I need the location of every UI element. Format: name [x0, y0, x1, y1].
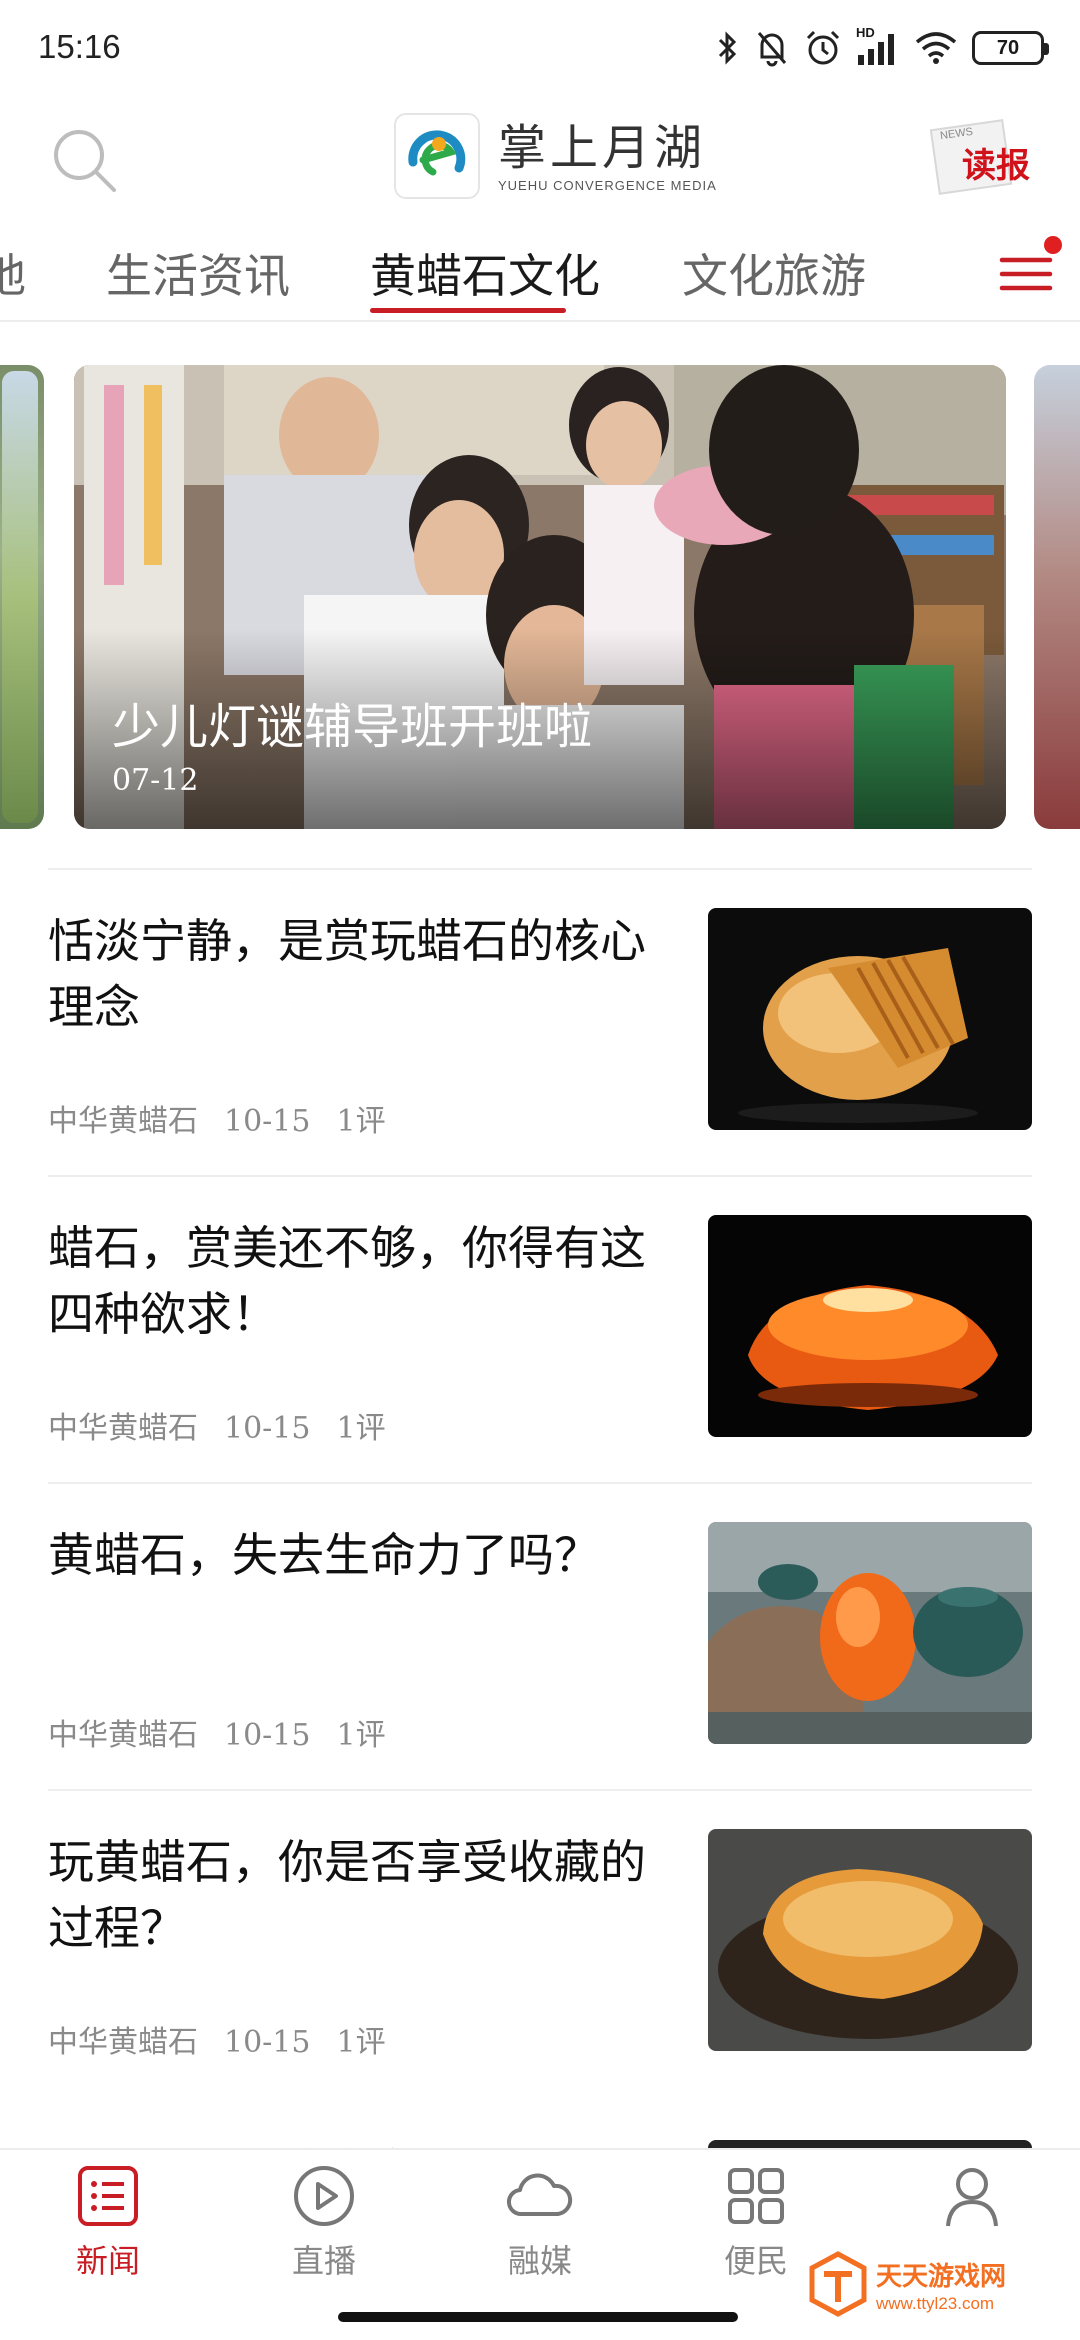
nav-news[interactable]: 新闻: [28, 2164, 188, 2294]
news-date: 10-15: [224, 1104, 311, 1139]
news-meta: 中华黄蜡石 10-15 1评: [48, 1710, 412, 1754]
active-tab-indicator: [370, 308, 566, 313]
news-meta: 中华黄蜡石 10-15 1评: [48, 1096, 412, 1140]
news-title: 蜡石，赏美还不够，你得有这四种欲求！: [48, 1221, 646, 1341]
tab-partial[interactable]: 地: [0, 240, 26, 306]
news-list-icon: [78, 2166, 138, 2226]
notification-dot: [1044, 236, 1062, 254]
user-icon: [946, 2168, 998, 2227]
nav-live-label: 直播: [291, 2242, 356, 2280]
news-source: 中华黄蜡石: [48, 1104, 198, 1139]
status-icons: HD 70: [716, 24, 1049, 72]
bell-muted-icon: [757, 32, 787, 67]
news-comments: 1评: [336, 1718, 386, 1753]
news-comments: 1评: [336, 2025, 386, 2060]
app-subtitle: YUEHU CONVERGENCE MEDIA: [498, 177, 717, 193]
news-date: 10-15: [224, 1411, 311, 1446]
status-time: 15:16: [38, 28, 121, 65]
news-date: 10-15: [224, 1718, 311, 1753]
nav-news-label: 新闻: [75, 2242, 140, 2280]
app-logo-icon: [394, 113, 480, 199]
read-paper-button[interactable]: NEWS 读报: [929, 118, 1040, 198]
nav-live[interactable]: 直播: [244, 2164, 404, 2294]
banner-next[interactable]: [1034, 365, 1080, 829]
nav-services-label: 便民: [723, 2242, 788, 2280]
grid-icon: [728, 2168, 784, 2224]
news-comments: 1评: [336, 1411, 386, 1446]
news-thumbnail: [708, 1829, 1032, 2051]
news-title: 玩黄蜡石，你是否享受收藏的过程？: [48, 1835, 646, 1955]
app-name: 掌上月湖: [498, 119, 707, 176]
banner-carousel[interactable]: 少儿灯谜辅导班开班啦 07-12: [0, 365, 1080, 829]
app-brand: 掌上月湖 YUEHU CONVERGENCE MEDIA: [394, 112, 717, 200]
news-list: 恬淡宁静，是赏玩蜡石的核心理念 中华黄蜡石 10-15 1评 蜡石，赏美还不够，你得…: [48, 868, 1032, 2096]
menu-icon[interactable]: [998, 246, 1054, 302]
tab-culture-travel[interactable]: 文化旅游: [682, 240, 866, 306]
home-indicator[interactable]: [338, 2312, 738, 2322]
wifi-icon: [915, 32, 957, 64]
banner-date: 07-12: [112, 763, 199, 798]
watermark-url: www.ttyl23.com: [876, 2294, 995, 2313]
news-title: 恬淡宁静，是赏玩蜡石的核心理念: [48, 914, 646, 1034]
nav-media[interactable]: 融媒: [460, 2164, 620, 2294]
news-item[interactable]: 恬淡宁静，是赏玩蜡石的核心理念 中华黄蜡石 10-15 1评: [48, 868, 1032, 1175]
news-source: 中华黄蜡石: [48, 1411, 198, 1446]
banner-previous[interactable]: [0, 365, 44, 829]
news-thumbnail: [708, 1215, 1032, 1437]
news-source: 中华黄蜡石: [48, 2025, 198, 2060]
news-title: 黄蜡石，失去生命力了吗？: [48, 1528, 600, 1582]
app-header: 掌上月湖 YUEHU CONVERGENCE MEDIA NEWS 读报: [0, 96, 1080, 226]
news-item[interactable]: 黄蜡石，失去生命力了吗？ 中华黄蜡石 10-15 1评: [48, 1482, 1032, 1789]
news-thumbnail: [708, 908, 1032, 1130]
news-thumbnail: [708, 1522, 1032, 1744]
news-comments: 1评: [336, 1104, 386, 1139]
news-meta: 中华黄蜡石 10-15 1评: [48, 2017, 412, 2061]
banner-title: 少儿灯谜辅导班开班啦: [112, 699, 593, 755]
nav-media-label: 融媒: [507, 2242, 572, 2280]
search-icon[interactable]: [48, 124, 120, 196]
bluetooth-icon: [718, 31, 737, 65]
news-item[interactable]: 玩黄蜡石，你是否享受收藏的过程？ 中华黄蜡石 10-15 1评: [48, 1789, 1032, 2096]
watermark: 天天游戏网 www.ttyl23.com: [808, 2248, 1048, 2328]
banner-slide[interactable]: 少儿灯谜辅导班开班啦 07-12: [74, 365, 1006, 829]
battery-indicator: 70: [972, 31, 1049, 65]
alarm-icon: [806, 30, 840, 65]
news-item[interactable]: 蜡石，赏美还不够，你得有这四种欲求！ 中华黄蜡石 10-15 1评: [48, 1175, 1032, 1482]
watermark-text: 天天游戏网: [876, 2262, 1007, 2292]
channel-tabs: 地 生活资讯 黄蜡石文化 文化旅游: [0, 226, 1080, 322]
news-meta: 中华黄蜡石 10-15 1评: [48, 1403, 412, 1447]
news-source: 中华黄蜡石: [48, 1718, 198, 1753]
tab-huanglashi-culture[interactable]: 黄蜡石文化: [370, 240, 600, 306]
status-bar: 15:16 HD 70: [0, 0, 1080, 96]
read-paper-label: 读报: [962, 146, 1030, 186]
watermark-logo-icon: [809, 2251, 867, 2317]
signal-icon: HD: [856, 25, 900, 67]
news-date: 10-15: [224, 2025, 311, 2060]
cloud-icon: [507, 2173, 573, 2217]
tab-life-news[interactable]: 生活资讯: [106, 240, 290, 306]
play-icon: [294, 2166, 354, 2226]
